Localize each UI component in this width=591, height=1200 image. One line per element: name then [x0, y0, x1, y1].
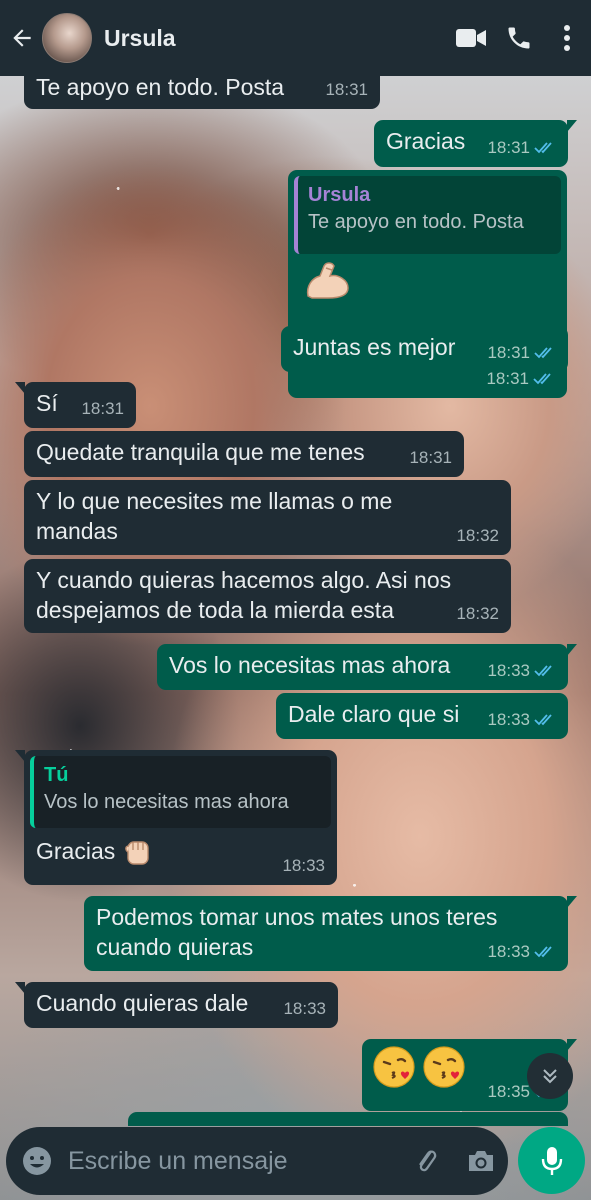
read-ticks-icon — [534, 142, 552, 154]
message-bubble-incoming[interactable]: Te apoyo en todo. Posta 18:31 — [24, 76, 380, 109]
quoted-text: Vos lo necesitas mas ahora — [44, 791, 289, 813]
raised-fist-emoji — [125, 841, 149, 865]
message-meta: 18:32 — [456, 521, 499, 551]
message-text: Quedate tranquila que me tenes — [36, 439, 365, 465]
message-text-line: Y cuando quieras hacemos algo. Asi nos — [36, 567, 452, 593]
message-meta: 18:31 — [81, 394, 124, 424]
smiley-icon — [23, 1147, 51, 1175]
read-ticks-icon — [533, 373, 551, 385]
message-text-line: Y lo que necesites me llamas o me — [36, 488, 393, 514]
message-bubble-outgoing[interactable]: Dale claro que si 18:33 — [276, 693, 568, 739]
more-options-icon[interactable] — [543, 0, 591, 76]
read-ticks-icon — [534, 347, 552, 359]
message-bubble-incoming[interactable]: Y cuando quieras hacemos algo. Asi nos d… — [24, 559, 511, 633]
message-time: 18:33 — [487, 710, 530, 729]
message-time: 18:33 — [487, 942, 530, 961]
quoted-message[interactable]: Ursula Te apoyo en todo. Posta — [294, 176, 561, 254]
chat-header: Ursula — [0, 0, 591, 76]
camera-button[interactable] — [454, 1127, 508, 1195]
message-time: 18:31 — [487, 343, 530, 362]
voice-message-button[interactable] — [518, 1127, 585, 1194]
microphone-icon — [541, 1146, 562, 1175]
message-meta: 18:33 — [487, 656, 556, 686]
flexed-biceps-emoji — [304, 260, 561, 307]
phone-icon[interactable] — [495, 0, 543, 76]
message-bubble-outgoing-partial[interactable] — [128, 1112, 568, 1126]
back-arrow-icon[interactable] — [2, 0, 42, 76]
face-blowing-kiss-emoji — [423, 1046, 465, 1088]
message-text-line: despejamos de toda la mierda esta — [36, 597, 394, 623]
message-time: 18:33 — [282, 856, 325, 875]
video-call-icon[interactable] — [447, 0, 495, 76]
message-bubble-outgoing[interactable]: Juntas es mejor 18:31 — [281, 326, 568, 372]
message-bubble-incoming-reply[interactable]: Tú Vos lo necesitas mas ahora Gracias 18… — [15, 750, 337, 885]
message-time: 18:33 — [487, 661, 530, 680]
contact-avatar[interactable] — [42, 13, 92, 63]
message-bubble-outgoing[interactable]: Gracias 18:31 — [374, 120, 577, 167]
emoji-button[interactable] — [6, 1127, 68, 1195]
read-ticks-icon — [534, 946, 552, 958]
quoted-text: Te apoyo en todo. Posta — [308, 211, 524, 233]
attach-button[interactable] — [400, 1127, 454, 1195]
paperclip-icon — [419, 1150, 437, 1172]
message-bubble-incoming[interactable]: Cuando quieras dale 18:33 — [15, 982, 338, 1028]
message-meta: 18:31 — [487, 338, 556, 368]
message-text-line: Podemos tomar unos mates unos teres — [96, 904, 498, 930]
message-time: 18:32 — [456, 526, 499, 545]
message-meta: 18:33 — [487, 705, 556, 735]
message-time: 18:31 — [81, 399, 124, 418]
message-meta: 18:33 — [487, 937, 556, 967]
message-time: 18:31 — [409, 448, 452, 467]
message-time: 18:31 — [325, 80, 368, 99]
double-chevron-down-icon — [543, 1069, 557, 1084]
message-time: 18:35 — [487, 1082, 530, 1101]
read-ticks-icon — [534, 665, 552, 677]
message-bubble-incoming[interactable]: Quedate tranquila que me tenes 18:31 — [24, 431, 464, 477]
message-time: 18:33 — [283, 999, 326, 1018]
message-text-line: mandas — [36, 518, 118, 544]
face-blowing-kiss-emoji — [373, 1046, 415, 1088]
message-meta: 18:33 — [282, 851, 325, 881]
message-text: Te apoyo en todo. Posta — [36, 76, 285, 100]
message-bubble-incoming[interactable]: Y lo que necesites me llamas o me mandas… — [24, 480, 511, 555]
message-meta: 18:31 — [409, 443, 452, 473]
message-list[interactable]: Te apoyo en todo. Posta 18:31 Gracias 18… — [0, 76, 591, 1126]
camera-icon — [469, 1151, 493, 1171]
read-ticks-icon — [534, 714, 552, 726]
message-text: Gracias — [36, 838, 116, 864]
contact-name[interactable]: Ursula — [104, 25, 447, 52]
message-bubble-outgoing[interactable]: Vos lo necesitas mas ahora 18:33 — [157, 644, 577, 690]
message-composer — [6, 1127, 508, 1195]
quoted-sender: Tú — [44, 764, 69, 786]
message-meta: 18:31 — [487, 133, 556, 163]
message-meta: 18:33 — [283, 994, 326, 1024]
message-meta: 18:32 — [456, 599, 499, 629]
message-input[interactable] — [68, 1146, 400, 1176]
quoted-message[interactable]: Tú Vos lo necesitas mas ahora — [30, 756, 331, 828]
message-meta: 18:31 — [325, 76, 368, 105]
scroll-to-bottom-button[interactable] — [527, 1053, 573, 1099]
message-bubble-outgoing[interactable]: Podemos tomar unos mates unos teres cuan… — [84, 896, 577, 971]
quoted-sender: Ursula — [308, 184, 371, 206]
message-bubble-incoming[interactable]: Sí 18:31 — [15, 382, 136, 428]
message-time: 18:32 — [456, 604, 499, 623]
message-time: 18:31 — [487, 138, 530, 157]
